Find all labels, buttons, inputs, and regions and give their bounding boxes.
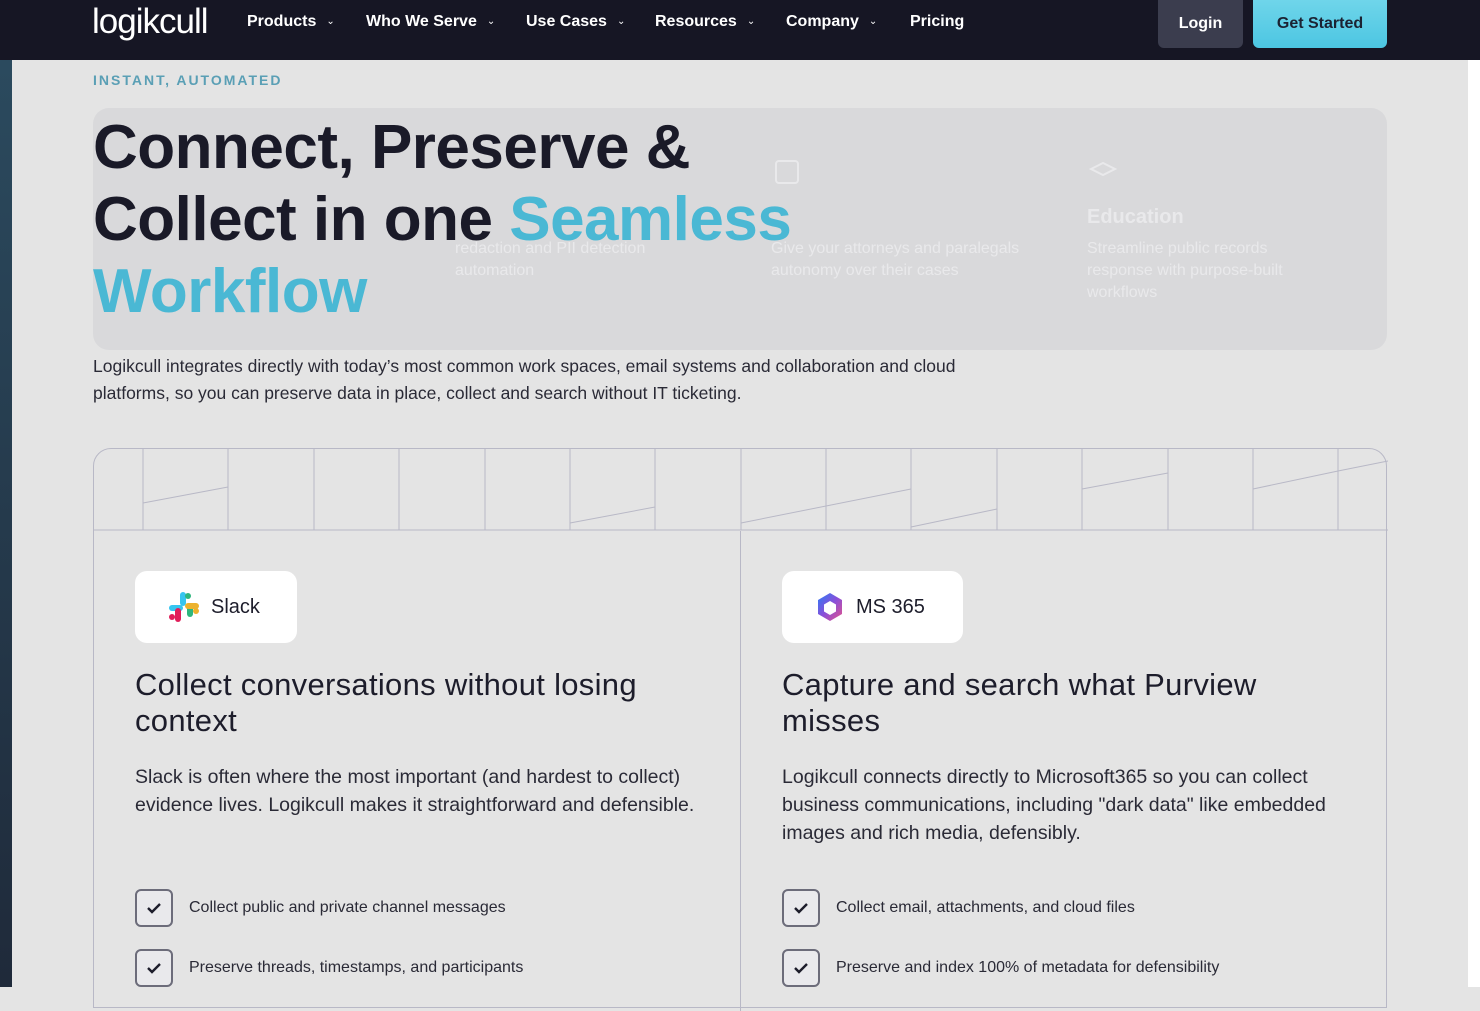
- decorative-grid: [94, 449, 1388, 531]
- slack-pill-label: Slack: [211, 595, 260, 618]
- get-started-button[interactable]: Get Started: [1253, 0, 1387, 48]
- chevron-down-icon: ⌄: [746, 16, 756, 27]
- nav-company-label: Company: [786, 13, 859, 30]
- nav-resources[interactable]: Resources ⌄: [655, 13, 755, 31]
- ms365-icon: [818, 593, 842, 621]
- hero-title-line2: Collect in one: [93, 185, 510, 254]
- slack-check-text: Collect public and private channel messa…: [189, 899, 506, 916]
- checkmark-icon: [135, 889, 173, 927]
- ms365-integration-card: MS 365 Capture and search what Purview m…: [740, 531, 1387, 1011]
- hero-title-accent-seamless: Seamless: [509, 185, 792, 254]
- slack-check-text: Preserve threads, timestamps, and partic…: [189, 959, 524, 976]
- chevron-down-icon: ⌄: [486, 16, 496, 27]
- slack-pill[interactable]: Slack: [135, 571, 297, 643]
- ms365-pill[interactable]: MS 365: [782, 571, 963, 643]
- nav-pricing-label: Pricing: [910, 13, 965, 30]
- hero-title-line1: Connect, Preserve &: [93, 113, 690, 182]
- integrations-section: Slack Collect conversations without losi…: [93, 448, 1388, 1011]
- hero-title: Connect, Preserve & Collect in one Seaml…: [93, 112, 993, 328]
- slack-check-item: Preserve threads, timestamps, and partic…: [135, 949, 523, 987]
- ms365-check-text: Preserve and index 100% of metadata for …: [836, 959, 1220, 976]
- chevron-down-icon: ⌄: [868, 16, 878, 27]
- ghost-heading-education: Education: [1087, 206, 1184, 228]
- ghost-text-col4: Streamline public records response with …: [1087, 240, 1283, 301]
- chevron-down-icon: ⌄: [616, 16, 626, 27]
- top-navigation: logikcull Products ⌄ Who We Serve ⌄ Use Ca…: [0, 0, 1480, 60]
- hero-description: Logikcull integrates directly with today…: [93, 356, 956, 403]
- slack-check-item: Collect public and private channel messa…: [135, 889, 506, 927]
- ms365-check-item: Collect email, attachments, and cloud fi…: [782, 889, 1135, 927]
- left-edge-strip: [0, 60, 12, 987]
- nav-company[interactable]: Company ⌄: [786, 13, 877, 31]
- slack-card-description: Slack is often where the most important …: [135, 766, 695, 816]
- nav-use-cases-label: Use Cases: [526, 13, 607, 30]
- ms365-card-title: Capture and search what Purview misses: [782, 667, 1257, 738]
- ms365-card-description: Logikcull connects directly to Microsoft…: [782, 766, 1326, 844]
- nav-products-label: Products: [247, 13, 317, 30]
- chevron-down-icon: ⌄: [326, 16, 335, 27]
- checkmark-icon: [782, 889, 820, 927]
- nav-who-we-serve[interactable]: Who We Serve ⌄: [366, 13, 495, 31]
- nav-pricing[interactable]: Pricing: [910, 13, 964, 31]
- nav-resources-label: Resources: [655, 13, 737, 30]
- logikcull-logo[interactable]: logikcull: [92, 2, 208, 42]
- slack-icon: [169, 592, 199, 622]
- nav-use-cases[interactable]: Use Cases ⌄: [526, 13, 625, 31]
- ms365-pill-label: MS 365: [856, 595, 925, 618]
- slack-integration-card: Slack Collect conversations without losi…: [94, 531, 740, 1011]
- ms365-check-text: Collect email, attachments, and cloud fi…: [836, 899, 1135, 916]
- ms365-check-item: Preserve and index 100% of metadata for …: [782, 949, 1219, 987]
- slack-card-title: Collect conversations without losing con…: [135, 667, 637, 738]
- nav-who-we-serve-label: Who We Serve: [366, 13, 477, 30]
- hero-eyebrow: INSTANT, AUTOMATED: [93, 72, 283, 88]
- login-button[interactable]: Login: [1158, 0, 1243, 48]
- checkmark-icon: [135, 949, 173, 987]
- checkmark-icon: [782, 949, 820, 987]
- right-edge-strip: [1468, 60, 1480, 987]
- ghost-graduation-cap-icon: [1089, 161, 1117, 177]
- hero-title-accent-workflow: Workflow: [93, 257, 367, 326]
- nav-products[interactable]: Products ⌄: [247, 13, 335, 31]
